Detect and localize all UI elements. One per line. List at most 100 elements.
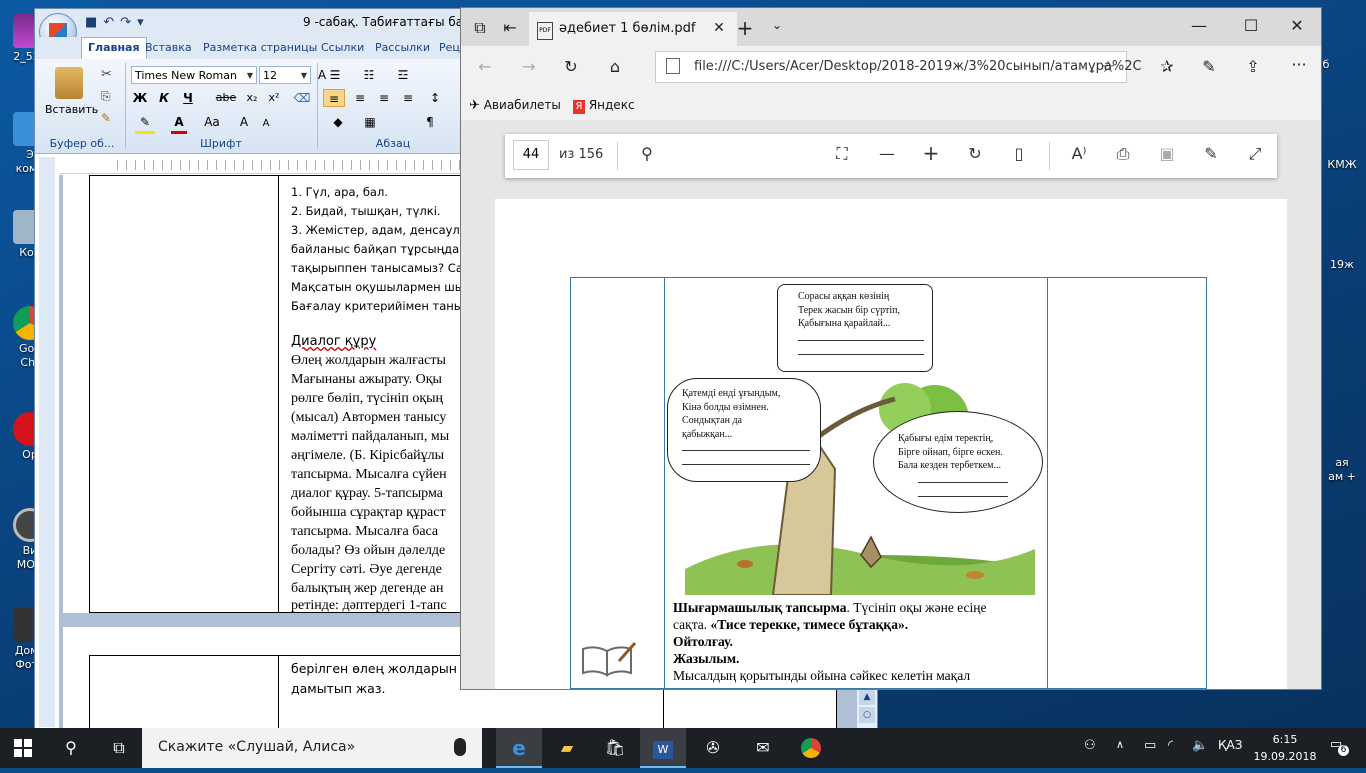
close-window-icon[interactable]: ✕: [1285, 16, 1309, 35]
shading-icon[interactable]: ◆: [327, 113, 349, 131]
bold-button[interactable]: Ж: [131, 89, 149, 107]
quick-access-toolbar[interactable]: ■↶↷▾: [85, 15, 150, 30]
task-view-icon[interactable]: ⧉: [96, 728, 142, 768]
copy-icon[interactable]: ⎘: [101, 89, 111, 104]
show-hidden-icons-icon[interactable]: ∧: [1116, 738, 1124, 751]
minimize-icon[interactable]: —: [1187, 16, 1211, 35]
tab-review[interactable]: Рец: [439, 41, 460, 54]
italic-button[interactable]: К: [155, 89, 173, 107]
fullscreen-icon[interactable]: ⤢: [1243, 144, 1267, 164]
share-icon[interactable]: ⇪: [1241, 57, 1265, 76]
page-number-input[interactable]: 44: [513, 140, 549, 170]
favorites-icon[interactable]: ✰: [1155, 57, 1179, 76]
taskbar-media-player[interactable]: ✇: [690, 728, 736, 768]
customize-qat-icon[interactable]: ▾: [137, 15, 150, 30]
superscript-button[interactable]: x²: [265, 89, 283, 107]
zoom-in-icon[interactable]: +: [919, 141, 943, 165]
save-as-icon[interactable]: ✎: [1199, 144, 1223, 163]
taskbar-mail[interactable]: ✉: [740, 728, 786, 768]
forward-icon[interactable]: →: [517, 57, 541, 76]
volume-icon[interactable]: 🔈: [1192, 738, 1208, 753]
battery-icon[interactable]: ▭: [1144, 738, 1156, 753]
tab-preview-icon[interactable]: ⇤: [499, 18, 521, 37]
save-icon[interactable]: ■: [85, 15, 103, 30]
align-left-icon[interactable]: ≡: [323, 89, 345, 107]
tab-insert[interactable]: Вставка: [145, 41, 192, 54]
taskbar-word[interactable]: W: [640, 728, 686, 768]
pdf-viewer[interactable]: 44 из 156 ⚲ ⛶ — + ↻ ▯ A⁾ ⎙ ▣ ✎ ⤢ Сорасы …: [461, 120, 1321, 690]
address-bar[interactable]: file:///C:/Users/Acer/Desktop/2018-2019ж…: [655, 51, 1142, 83]
web-note-icon[interactable]: ✎: [1197, 57, 1221, 76]
taskbar-store[interactable]: 🛍: [592, 728, 638, 768]
back-icon[interactable]: ←: [473, 57, 497, 76]
redo-icon[interactable]: ↷: [120, 15, 137, 30]
numbering-icon[interactable]: ☷: [357, 66, 381, 84]
tab-list-chevron-icon[interactable]: ⌄: [765, 18, 789, 32]
underline-button[interactable]: Ч: [179, 89, 197, 107]
zoom-out-icon[interactable]: —: [875, 144, 899, 163]
close-tab-icon[interactable]: ✕: [709, 20, 729, 36]
paste-button[interactable]: Вставить: [45, 103, 98, 116]
search-input[interactable]: Скажите «Слушай, Алиса»: [142, 728, 482, 768]
clear-formatting-icon[interactable]: ⌫: [291, 89, 313, 107]
tab-mailings[interactable]: Рассылки: [375, 41, 430, 54]
favorite-star-icon[interactable]: ☆: [1096, 57, 1120, 76]
font-size-combo[interactable]: 12 ▼: [259, 66, 311, 84]
paste-icon[interactable]: [55, 67, 83, 99]
subscript-button[interactable]: x₂: [243, 89, 261, 107]
cut-icon[interactable]: ✂: [101, 67, 112, 82]
people-icon[interactable]: ⚇: [1084, 738, 1096, 753]
font-name-combo[interactable]: Times New Roman ▼: [131, 66, 257, 84]
set-aside-tabs-icon[interactable]: ⧉: [469, 18, 491, 38]
wifi-icon[interactable]: ◜: [1168, 738, 1173, 753]
print-icon[interactable]: ⎙: [1111, 144, 1135, 164]
doc-line: дамытып жаз.: [291, 681, 386, 696]
save-icon[interactable]: ▣: [1155, 144, 1179, 163]
scroll-next-icon[interactable]: ○: [859, 707, 875, 723]
language-indicator[interactable]: ҚАЗ: [1218, 738, 1242, 752]
start-button[interactable]: [0, 728, 46, 768]
taskbar-edge[interactable]: e: [496, 728, 542, 768]
highlight-icon[interactable]: ✎: [135, 113, 155, 134]
doc-line: Мақсатын оқушылармен шы: [291, 280, 464, 294]
font-color-icon[interactable]: A: [171, 113, 187, 134]
undo-icon[interactable]: ↶: [103, 15, 120, 30]
new-tab-icon[interactable]: +: [733, 16, 757, 40]
shrink-font-button[interactable]: A: [257, 115, 275, 133]
clock[interactable]: 6:15 19.09.2018: [1252, 731, 1318, 765]
edge-tab-bar[interactable]: ⧉ ⇤ PDF әдебиет 1 бөлім.pdf ✕ + ⌄ — ☐ ✕: [461, 8, 1321, 46]
align-right-icon[interactable]: ≡: [373, 89, 395, 107]
scroll-prev-icon[interactable]: ▲: [859, 689, 875, 705]
tab-page-layout[interactable]: Разметка страницы: [203, 41, 317, 54]
multilevel-list-icon[interactable]: ☲: [391, 66, 415, 84]
tab-references[interactable]: Ссылки: [321, 41, 364, 54]
align-center-icon[interactable]: ≡: [349, 89, 371, 107]
taskbar-file-explorer[interactable]: ▰: [544, 728, 590, 768]
favorite-yandex[interactable]: Я Яндекс: [573, 98, 635, 114]
change-case-button[interactable]: Aa: [199, 113, 225, 131]
search-icon[interactable]: ⚲: [48, 728, 94, 768]
microphone-icon[interactable]: [454, 738, 466, 756]
edge-tab-pdf[interactable]: PDF әдебиет 1 бөлім.pdf ✕: [529, 12, 737, 46]
read-aloud-icon[interactable]: A⁾: [1067, 144, 1091, 163]
line-spacing-icon[interactable]: ↕: [423, 89, 447, 107]
action-center[interactable]: ▭ 6: [1326, 737, 1349, 757]
grow-font-button[interactable]: A: [235, 113, 253, 131]
taskbar-chrome[interactable]: [788, 728, 834, 768]
more-icon[interactable]: ···: [1287, 55, 1311, 74]
favorite-aviabilety[interactable]: ✈ Авиабилеты: [469, 98, 561, 113]
home-icon[interactable]: ⌂: [603, 57, 627, 76]
rotate-icon[interactable]: ↻: [963, 144, 987, 163]
doc-line: ретінде: дәптердегі 1-тапс: [291, 598, 447, 613]
borders-icon[interactable]: ▦: [359, 113, 381, 131]
bullets-icon[interactable]: ☰: [323, 66, 347, 84]
format-painter-icon[interactable]: ✎: [101, 111, 111, 125]
show-marks-icon[interactable]: ¶: [419, 113, 441, 131]
search-icon[interactable]: ⚲: [635, 144, 659, 163]
strikethrough-button[interactable]: abe: [213, 89, 239, 107]
refresh-icon[interactable]: ↻: [559, 57, 583, 76]
justify-icon[interactable]: ≡: [397, 89, 419, 107]
fit-page-icon[interactable]: ⛶: [830, 144, 854, 164]
maximize-icon[interactable]: ☐: [1239, 16, 1263, 35]
page-layout-icon[interactable]: ▯: [1007, 144, 1031, 163]
